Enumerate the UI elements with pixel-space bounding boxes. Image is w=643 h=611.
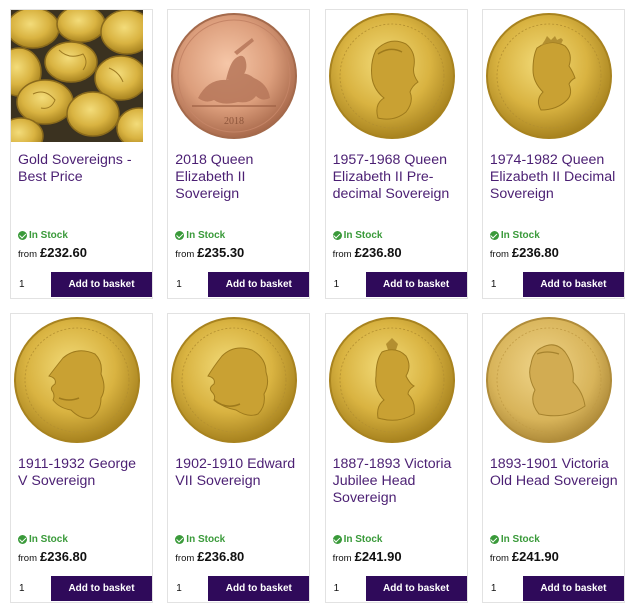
stock-label: In Stock — [186, 534, 226, 545]
product-card: 1893-1901 Victoria Old Head Sovereign In… — [481, 313, 625, 603]
stock-status: In Stock — [489, 230, 540, 241]
stock-label: In Stock — [29, 534, 68, 545]
price-row: from £236.80 — [175, 549, 244, 564]
check-circle-icon — [175, 535, 185, 544]
add-to-basket-button[interactable]: Add to basket — [522, 576, 624, 601]
sovereign-2018-reverse-image[interactable]: 2018 — [168, 10, 301, 142]
check-circle-icon — [18, 231, 27, 240]
price-row: from £236.80 — [333, 245, 402, 260]
quantity-input[interactable] — [482, 576, 523, 601]
product-card: 1902-1910 Edward VII Sovereign In Stock … — [167, 313, 311, 603]
stock-label: In Stock — [343, 230, 383, 241]
stock-status: In Stock — [18, 534, 68, 545]
add-to-basket-button[interactable]: Add to basket — [365, 272, 467, 297]
stock-status: In Stock — [332, 534, 383, 545]
quantity-input[interactable] — [482, 272, 523, 297]
product-card: 1974-1982 Queen Elizabeth II Decimal Sov… — [481, 9, 625, 299]
product-title[interactable]: Gold Sovereigns - Best Price — [18, 152, 148, 186]
quantity-input[interactable] — [11, 272, 51, 297]
price-row: from £241.90 — [490, 549, 559, 564]
price-row: from £241.90 — [333, 549, 402, 564]
price-from-label: from — [332, 249, 352, 260]
product-card: 1887-1893 Victoria Jubilee Head Sovereig… — [324, 313, 468, 603]
sovereign-pile-image[interactable] — [11, 10, 143, 142]
stock-status: In Stock — [175, 230, 225, 241]
sovereign-victoria-old-head-image[interactable] — [482, 314, 615, 446]
stock-status: In Stock — [332, 230, 383, 241]
check-circle-icon — [175, 231, 185, 240]
stock-label: In Stock — [500, 230, 540, 241]
quantity-input[interactable] — [168, 272, 209, 297]
price-value: £236.80 — [197, 549, 245, 564]
price-from-label: from — [332, 553, 352, 564]
sovereign-edward-vii-image[interactable] — [168, 314, 301, 446]
product-card: Gold Sovereigns - Best Price In Stock fr… — [10, 9, 153, 299]
price-row: from £236.80 — [490, 245, 559, 260]
quantity-input[interactable] — [325, 272, 366, 297]
add-to-basket-button[interactable]: Add to basket — [365, 576, 467, 601]
product-card: 1911-1932 George V Sovereign In Stock fr… — [10, 313, 153, 603]
price-value: £232.60 — [40, 245, 87, 260]
price-row: from £235.30 — [175, 245, 244, 260]
product-title[interactable]: 2018 Queen Elizabeth II Sovereign — [175, 152, 305, 203]
sovereign-victoria-jubilee-image[interactable] — [325, 314, 458, 446]
price-from-label: from — [18, 249, 37, 260]
quantity-input[interactable] — [11, 576, 51, 601]
add-to-basket-button[interactable]: Add to basket — [208, 272, 310, 297]
product-title[interactable]: 1957-1968 Queen Elizabeth II Pre-decimal… — [333, 152, 463, 203]
add-to-basket-button[interactable]: Add to basket — [51, 576, 152, 601]
product-card: 1957-1968 Queen Elizabeth II Pre-decimal… — [324, 9, 468, 299]
price-from-label: from — [489, 249, 509, 260]
check-circle-icon — [332, 535, 342, 544]
check-circle-icon — [489, 231, 499, 240]
check-circle-icon — [489, 535, 499, 544]
check-circle-icon — [18, 535, 27, 544]
price-value: £241.90 — [354, 549, 402, 564]
sovereign-elizabeth-decimal-image[interactable] — [482, 10, 615, 142]
price-from-label: from — [489, 553, 509, 564]
price-row: from £236.80 — [18, 549, 87, 564]
stock-status: In Stock — [489, 534, 540, 545]
price-from-label: from — [175, 249, 195, 260]
stock-label: In Stock — [500, 534, 540, 545]
price-row: from £232.60 — [18, 245, 87, 260]
stock-label: In Stock — [186, 230, 226, 241]
price-value: £241.90 — [511, 549, 559, 564]
product-title[interactable]: 1887-1893 Victoria Jubilee Head Sovereig… — [333, 456, 463, 507]
sovereign-elizabeth-young-image[interactable] — [325, 10, 458, 142]
product-card: 2018 2018 Queen Elizabeth II Sovereign I… — [167, 9, 311, 299]
stock-label: In Stock — [29, 230, 68, 241]
price-value: £236.80 — [354, 245, 402, 260]
coin-year-text: 2018 — [224, 116, 244, 127]
price-from-label: from — [18, 553, 37, 564]
add-to-basket-button[interactable]: Add to basket — [522, 272, 624, 297]
product-grid: Gold Sovereigns - Best Price In Stock fr… — [10, 9, 625, 603]
stock-label: In Stock — [343, 534, 383, 545]
price-from-label: from — [175, 553, 195, 564]
price-value: £235.30 — [197, 245, 245, 260]
price-value: £236.80 — [511, 245, 559, 260]
check-circle-icon — [332, 231, 342, 240]
add-to-basket-button[interactable]: Add to basket — [51, 272, 152, 297]
quantity-input[interactable] — [325, 576, 366, 601]
product-title[interactable]: 1902-1910 Edward VII Sovereign — [175, 456, 305, 490]
product-title[interactable]: 1974-1982 Queen Elizabeth II Decimal Sov… — [490, 152, 620, 203]
quantity-input[interactable] — [168, 576, 209, 601]
stock-status: In Stock — [18, 230, 68, 241]
add-to-basket-button[interactable]: Add to basket — [208, 576, 310, 601]
product-title[interactable]: 1893-1901 Victoria Old Head Sovereign — [490, 456, 620, 490]
product-title[interactable]: 1911-1932 George V Sovereign — [18, 456, 148, 490]
stock-status: In Stock — [175, 534, 225, 545]
price-value: £236.80 — [40, 549, 87, 564]
sovereign-george-v-image[interactable] — [11, 314, 143, 446]
